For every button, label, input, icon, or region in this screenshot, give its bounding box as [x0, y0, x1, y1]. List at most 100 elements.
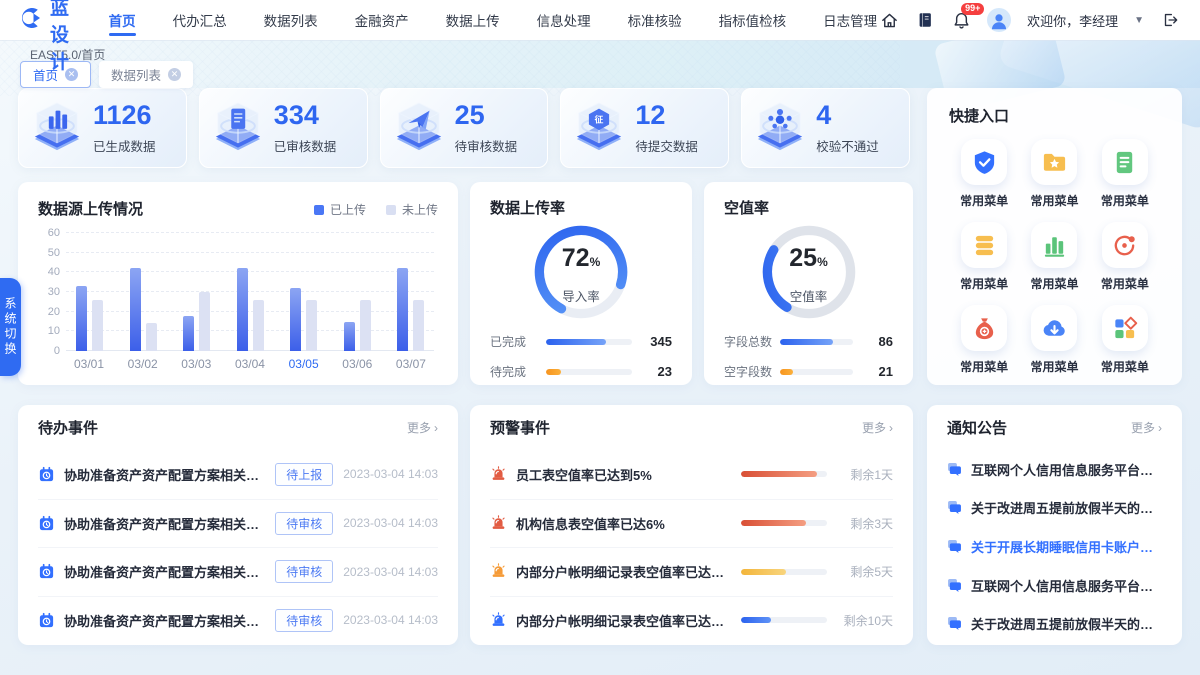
x-axis-label: 03/04 — [227, 357, 273, 371]
iso-bars-icon — [31, 100, 83, 157]
quick-entry-item[interactable]: 常用菜单 — [1090, 222, 1160, 292]
progress-row: 空字段数21 — [724, 363, 893, 380]
quick-entry-item[interactable]: 常用菜单 — [949, 139, 1019, 209]
bar-group[interactable] — [397, 233, 424, 351]
bar-group[interactable] — [237, 233, 264, 351]
notice-item[interactable]: 关于改进周五提前放假半天的安排通知 — [947, 489, 1162, 528]
legend-item: 已上传 — [314, 201, 366, 218]
notice-item[interactable]: 关于开展长期睡眠信用卡账户安全管理... — [947, 527, 1162, 566]
quick-entry-item[interactable]: 常用菜单 — [949, 305, 1019, 375]
app-logo[interactable]: 蓝蓝设计 — [20, 0, 81, 74]
bar-group[interactable] — [290, 233, 317, 351]
close-icon[interactable]: ✕ — [168, 68, 181, 81]
calendar-icon — [38, 563, 55, 580]
quick-entry-item[interactable]: 常用菜单 — [1019, 305, 1089, 375]
alert-more-link[interactable]: 更多› — [862, 419, 893, 436]
nav-item-9[interactable]: 日志管理 — [821, 0, 879, 40]
quick-entry-tile — [1102, 139, 1148, 185]
notice-item[interactable]: 互联网个人信用信息服务平台系统公告 — [947, 450, 1162, 489]
alert-progress-fill — [741, 569, 786, 575]
nav-item-7[interactable]: 标准核验 — [626, 0, 684, 40]
bar-chart-plot: 0102030405060 — [66, 233, 434, 351]
upload-rate-rows: 已完成345待完成23 — [490, 333, 672, 380]
progress-track — [780, 339, 853, 345]
alert-remaining: 剩余3天 — [837, 515, 893, 532]
chevron-down-icon[interactable]: ▼ — [1134, 15, 1144, 26]
x-axis-label: 03/06 — [334, 357, 380, 371]
quick-entry-item[interactable]: 常用菜单 — [1019, 222, 1089, 292]
progress-row: 待完成23 — [490, 363, 672, 380]
logout-icon[interactable] — [1160, 10, 1180, 30]
bar-group[interactable] — [183, 233, 210, 351]
home-icon[interactable] — [879, 10, 899, 30]
system-switch-tab[interactable]: 系统切换 — [0, 278, 21, 376]
stat-label: 待审核数据 — [455, 136, 518, 155]
iso-plane-icon — [393, 100, 445, 157]
gauge-unit: % — [817, 255, 828, 269]
quick-entry-item[interactable]: 常用菜单 — [1019, 139, 1089, 209]
manual-book-icon[interactable] — [915, 10, 935, 30]
nav-item-1[interactable]: 首页 — [107, 0, 138, 40]
avatar[interactable] — [987, 8, 1011, 32]
y-axis-label: 20 — [48, 306, 60, 318]
quick-entry-item[interactable]: 常用菜单 — [949, 222, 1019, 292]
alert-item[interactable]: 内部分户帐明细记录表空值率已达到56%剩余5天 — [490, 547, 893, 596]
legend-swatch — [314, 205, 324, 215]
quick-entry-label: 常用菜单 — [1030, 192, 1078, 209]
bar-not-uploaded — [360, 300, 371, 351]
welcome-user-text[interactable]: 欢迎你，李经理 — [1027, 11, 1118, 30]
page-tab-2[interactable]: 数据列表✕ — [99, 61, 193, 88]
alert-item[interactable]: 机构信息表空值率已达6% 剩余3天 — [490, 499, 893, 548]
nav-item-4[interactable]: 金融资产 — [353, 0, 411, 40]
bar-group[interactable] — [76, 233, 103, 351]
quick-entry-tile — [1102, 222, 1148, 268]
notice-item[interactable]: 互联网个人信用信息服务平台系统公告 — [947, 566, 1162, 605]
quick-entry-label: 常用菜单 — [960, 192, 1008, 209]
nav-item-6[interactable]: 信息处理 — [535, 0, 593, 40]
notifications-bell-icon[interactable]: 99+ — [951, 10, 971, 30]
stat-card[interactable]: 1126已生成数据 — [18, 88, 187, 168]
sync-icon — [1111, 232, 1138, 259]
bar-group[interactable] — [344, 233, 371, 351]
upload-rate-gauge: 72% 导入率 — [526, 220, 636, 324]
nav-item-3[interactable]: 数据列表 — [262, 0, 320, 40]
todo-item[interactable]: 协助准备资产资产配置方案相关材料配置方案待上报2023-03-04 14:03 — [38, 450, 438, 499]
nav-item-2[interactable]: 代办汇总 — [171, 0, 229, 40]
todo-status-badge[interactable]: 待审核 — [275, 560, 333, 583]
todo-time: 2023-03-04 14:03 — [343, 516, 438, 530]
todo-more-link[interactable]: 更多› — [407, 419, 438, 436]
stat-card[interactable]: 征12待提交数据 — [560, 88, 729, 168]
alert-item[interactable]: 内部分户帐明细记录表空值率已达到56%剩余10天 — [490, 596, 893, 645]
progress-fill — [780, 339, 833, 345]
todo-text: 协助准备资产资产配置方案相关材料配置方案相关... — [64, 611, 265, 630]
chevron-right-icon: › — [434, 421, 438, 435]
calendar-icon — [38, 466, 55, 483]
notice-panel: 通知公告 更多› 互联网个人信用信息服务平台系统公告关于改进周五提前放假半天的安… — [927, 405, 1182, 645]
notice-text: 关于开展长期睡眠信用卡账户安全管理... — [971, 537, 1162, 556]
stat-value: 334 — [274, 102, 337, 129]
quick-entry-label: 常用菜单 — [960, 358, 1008, 375]
todo-item[interactable]: 协助准备资产资产配置方案相关材料配置方案相关...待审核2023-03-04 1… — [38, 499, 438, 548]
todo-status-badge[interactable]: 待审核 — [275, 609, 333, 632]
nav-item-8[interactable]: 指标值检核 — [717, 0, 789, 40]
notice-more-link[interactable]: 更多› — [1131, 419, 1162, 436]
alert-text: 机构信息表空值率已达6% — [516, 514, 731, 533]
quick-entry-item[interactable]: 常用菜单 — [1090, 305, 1160, 375]
todo-status-badge[interactable]: 待上报 — [275, 463, 333, 486]
stat-card[interactable]: 334已审核数据 — [199, 88, 368, 168]
alert-item[interactable]: 员工表空值率已达到5%剩余1天 — [490, 450, 893, 499]
calendar-icon — [38, 612, 55, 629]
x-axis-label: 03/01 — [66, 357, 112, 371]
stat-card[interactable]: 4校验不通过 — [741, 88, 910, 168]
dashboard-page: 蓝蓝设计 首页代办汇总数据列表金融资产数据上传信息处理标准核验指标值检核日志管理… — [0, 0, 1200, 675]
quick-entry-label: 常用菜单 — [1101, 192, 1149, 209]
todo-item[interactable]: 协助准备资产资产配置方案相关材料配置方案待审核2023-03-04 14:03 — [38, 547, 438, 596]
notice-item[interactable]: 关于改进周五提前放假半天的安排通知 — [947, 604, 1162, 643]
todo-item[interactable]: 协助准备资产资产配置方案相关材料配置方案相关...待审核2023-03-04 1… — [38, 596, 438, 645]
alert-progress-fill — [741, 471, 817, 477]
todo-status-badge[interactable]: 待审核 — [275, 512, 333, 535]
quick-entry-item[interactable]: 常用菜单 — [1090, 139, 1160, 209]
stat-card[interactable]: 25待审核数据 — [380, 88, 549, 168]
bar-group[interactable] — [130, 233, 157, 351]
nav-item-5[interactable]: 数据上传 — [444, 0, 502, 40]
